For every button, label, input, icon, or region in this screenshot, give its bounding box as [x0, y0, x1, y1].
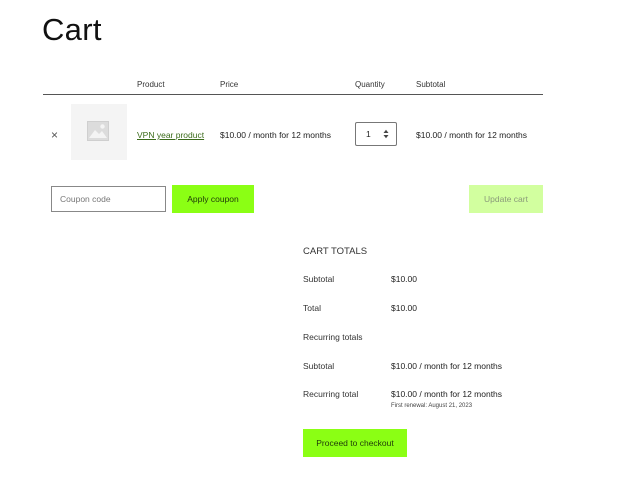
- page-title: Cart: [42, 12, 102, 47]
- subtotal-value: $10.00: [391, 274, 417, 284]
- column-header-price: Price: [220, 80, 239, 89]
- subtotal-label: Subtotal: [303, 274, 335, 284]
- total-value: $10.00: [391, 303, 417, 313]
- cart-totals-title: CART TOTALS: [303, 246, 368, 257]
- close-icon[interactable]: ×: [51, 128, 58, 142]
- quantity-stepper[interactable]: 1: [355, 122, 397, 146]
- first-renewal-note: First renewal: August 21, 2023: [391, 403, 473, 409]
- total-label: Total: [303, 303, 321, 313]
- proceed-to-checkout-button[interactable]: Proceed to checkout: [303, 429, 407, 457]
- product-subtotal: $10.00 / month for 12 months: [416, 130, 528, 140]
- table-header-divider: [43, 94, 543, 95]
- quantity-value: 1: [366, 129, 371, 139]
- product-name-link[interactable]: VPN year product: [137, 130, 204, 140]
- product-thumbnail[interactable]: [71, 104, 127, 160]
- recurring-total-label: Recurring total: [303, 389, 359, 399]
- column-header-quantity: Quantity: [355, 80, 385, 89]
- spinner-icon[interactable]: [383, 128, 389, 140]
- recurring-subtotal-label: Subtotal: [303, 361, 335, 371]
- column-header-product: Product: [137, 80, 165, 89]
- apply-coupon-button[interactable]: Apply coupon: [172, 185, 254, 213]
- recurring-subtotal-value: $10.00 / month for 12 months: [391, 361, 503, 371]
- coupon-code-input[interactable]: [51, 186, 166, 212]
- column-header-subtotal: Subtotal: [416, 80, 446, 89]
- recurring-totals-heading: Recurring totals: [303, 332, 363, 342]
- recurring-total-value: $10.00 / month for 12 months: [391, 389, 503, 399]
- product-price: $10.00 / month for 12 months: [220, 130, 332, 140]
- update-cart-button[interactable]: Update cart: [469, 185, 543, 213]
- image-placeholder-icon: [87, 121, 109, 141]
